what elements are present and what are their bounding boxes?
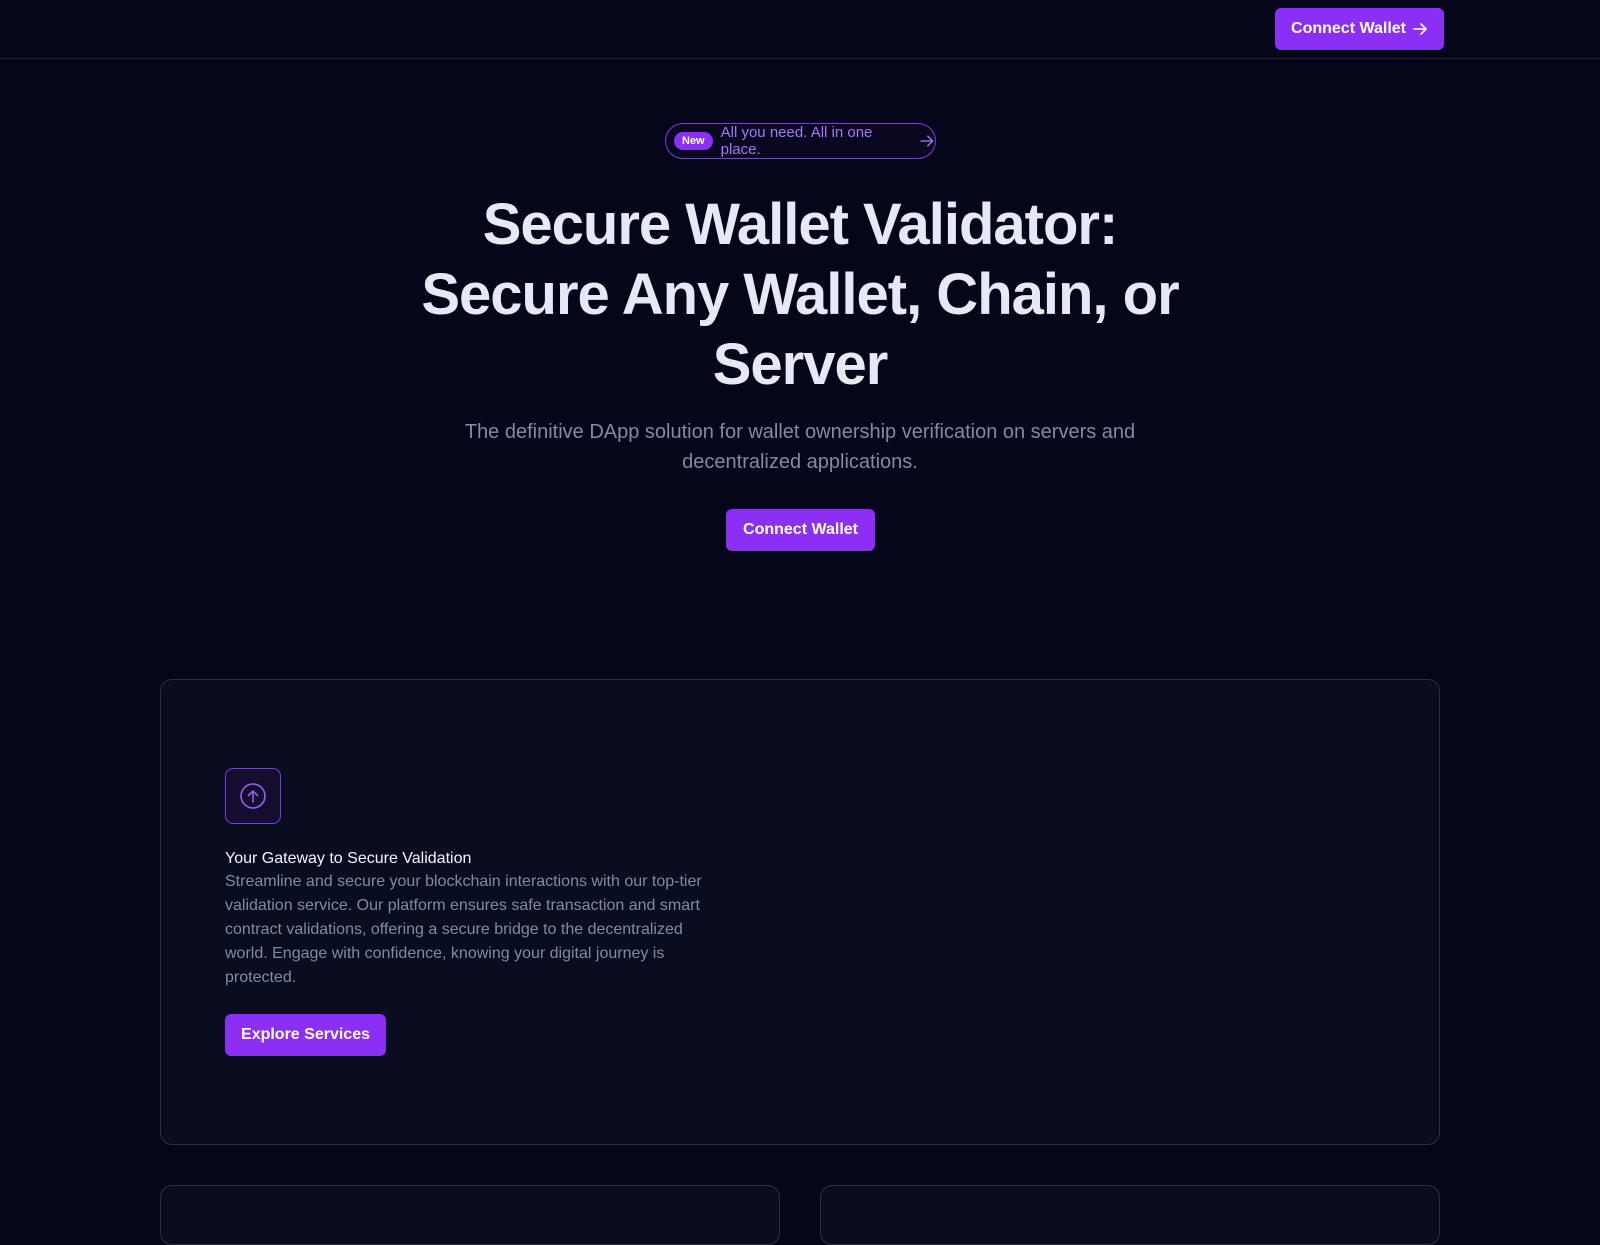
feature-icon-box (225, 768, 281, 824)
explore-services-button[interactable]: Explore Services (225, 1014, 386, 1056)
feature-card-secondary-right (820, 1185, 1440, 1245)
arrow-up-circle-icon (240, 783, 266, 809)
top-navbar: Connect Wallet (0, 0, 1600, 59)
feature-title: Your Gateway to Secure Validation (225, 850, 472, 867)
arrow-right-icon (1413, 23, 1427, 35)
announcement-text: All you need. All in one place. (720, 124, 873, 158)
hero-title: Secure Wallet Validator: Secure Any Wall… (421, 192, 1179, 397)
connect-wallet-nav-label: Connect Wallet (1291, 20, 1406, 37)
feature-card-secondary-left (160, 1185, 780, 1245)
feature-description: Streamline and secure your blockchain in… (225, 873, 702, 986)
new-badge: New (674, 132, 713, 150)
announcement-pill[interactable]: New All you need. All in one place. (665, 123, 936, 159)
feature-card: Your Gateway to Secure Validation Stream… (160, 679, 1440, 1145)
arrow-right-icon (920, 135, 934, 147)
connect-wallet-nav-button[interactable]: Connect Wallet (1275, 8, 1444, 50)
hero-subtitle: The definitive DApp solution for wallet … (464, 421, 1136, 473)
connect-wallet-hero-button[interactable]: Connect Wallet (726, 509, 875, 551)
